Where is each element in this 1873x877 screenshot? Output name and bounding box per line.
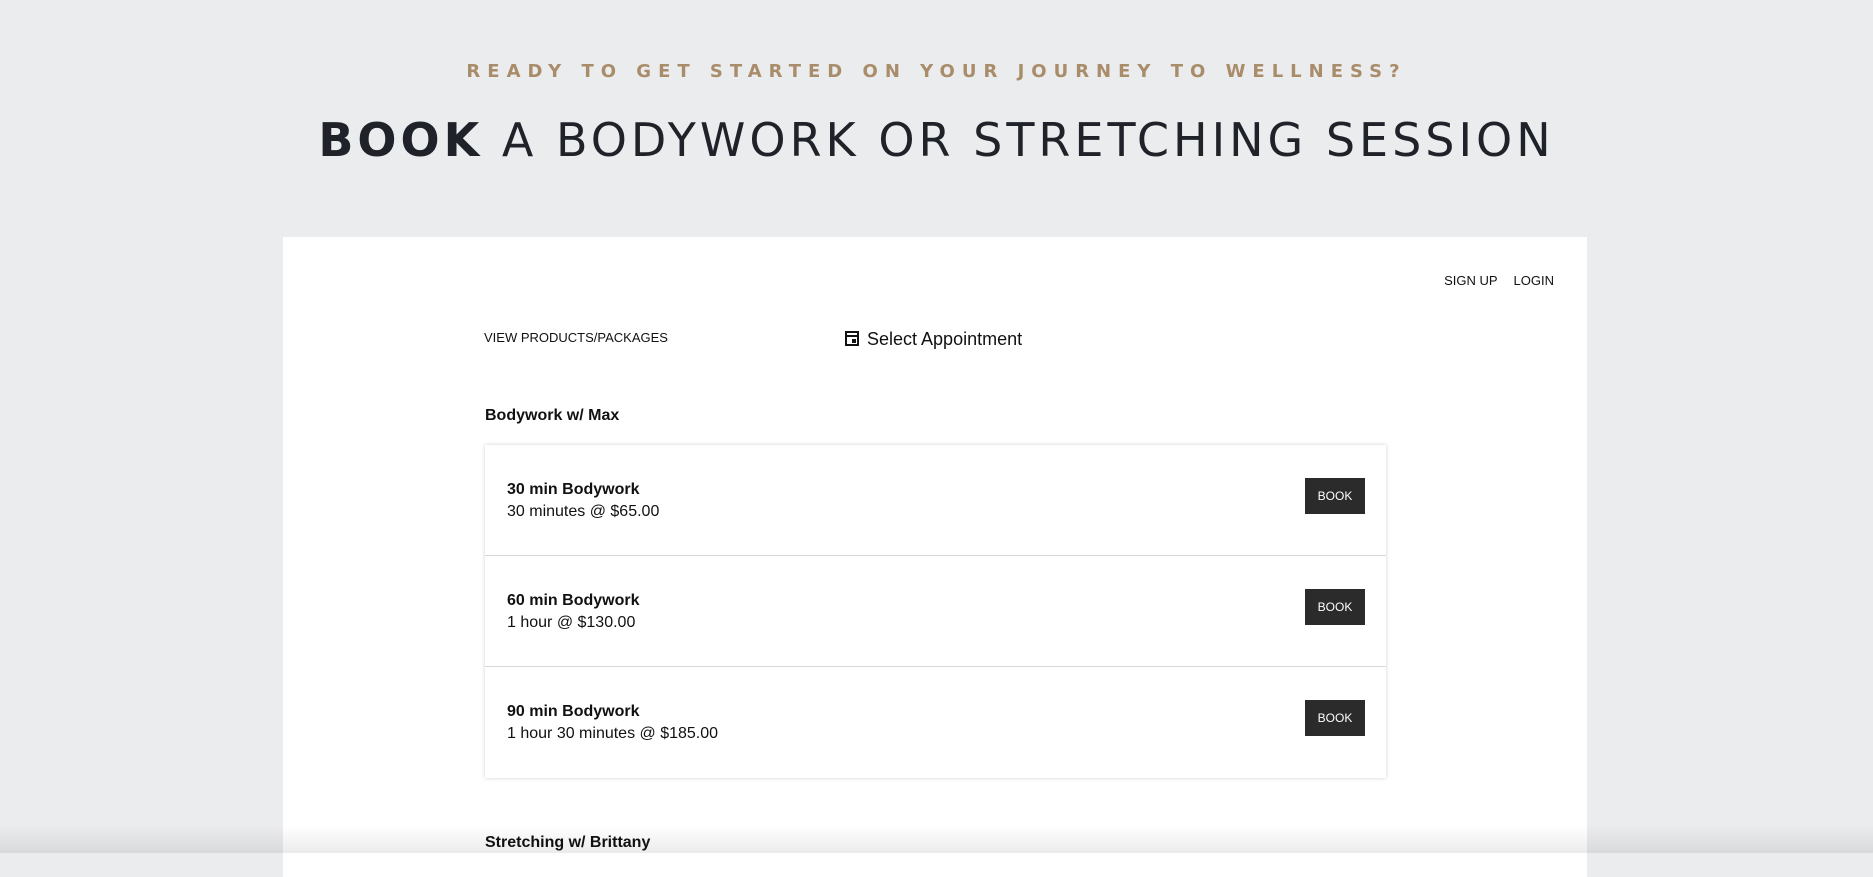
group-title-stretching: Stretching w/ Brittany xyxy=(485,834,650,852)
select-appointment-heading: Select Appointment xyxy=(845,329,1022,350)
list-item: 30 min Bodywork 30 minutes @ $65.00 BOOK xyxy=(485,445,1386,556)
page-title-rest: A BODYWORK OR STRETCHING SESSION xyxy=(483,113,1554,167)
page-title-strong: BOOK xyxy=(318,113,483,167)
appointment-name: 90 min Bodywork xyxy=(507,703,639,721)
book-button[interactable]: BOOK xyxy=(1305,589,1365,625)
auth-links: SIGN UP LOGIN xyxy=(1444,273,1554,288)
view-products-link[interactable]: VIEW PRODUCTS/PACKAGES xyxy=(484,330,668,345)
group-title-bodywork: Bodywork w/ Max xyxy=(485,407,619,425)
book-button[interactable]: BOOK xyxy=(1305,700,1365,736)
hero-section: READY TO GET STARTED ON YOUR JOURNEY TO … xyxy=(0,0,1873,237)
signup-link[interactable]: SIGN UP xyxy=(1444,273,1497,288)
appointment-detail: 1 hour 30 minutes @ $185.00 xyxy=(507,725,718,743)
list-item: 60 min Bodywork 1 hour @ $130.00 BOOK xyxy=(485,556,1386,667)
hero-eyebrow: READY TO GET STARTED ON YOUR JOURNEY TO … xyxy=(0,61,1873,82)
page-title: BOOK A BODYWORK OR STRETCHING SESSION xyxy=(0,113,1873,167)
appointment-detail: 1 hour @ $130.00 xyxy=(507,614,635,632)
appointment-name: 60 min Bodywork xyxy=(507,592,639,610)
appointment-detail: 30 minutes @ $65.00 xyxy=(507,503,659,521)
calendar-icon xyxy=(845,331,859,346)
select-appointment-label: Select Appointment xyxy=(867,329,1022,350)
login-link[interactable]: LOGIN xyxy=(1514,273,1554,288)
list-item: 90 min Bodywork 1 hour 30 minutes @ $185… xyxy=(485,667,1386,778)
booking-panel: SIGN UP LOGIN VIEW PRODUCTS/PACKAGES Sel… xyxy=(283,237,1587,877)
appointment-list-bodywork: 30 min Bodywork 30 minutes @ $65.00 BOOK… xyxy=(485,445,1386,778)
appointment-name: 30 min Bodywork xyxy=(507,481,639,499)
book-button[interactable]: BOOK xyxy=(1305,478,1365,514)
